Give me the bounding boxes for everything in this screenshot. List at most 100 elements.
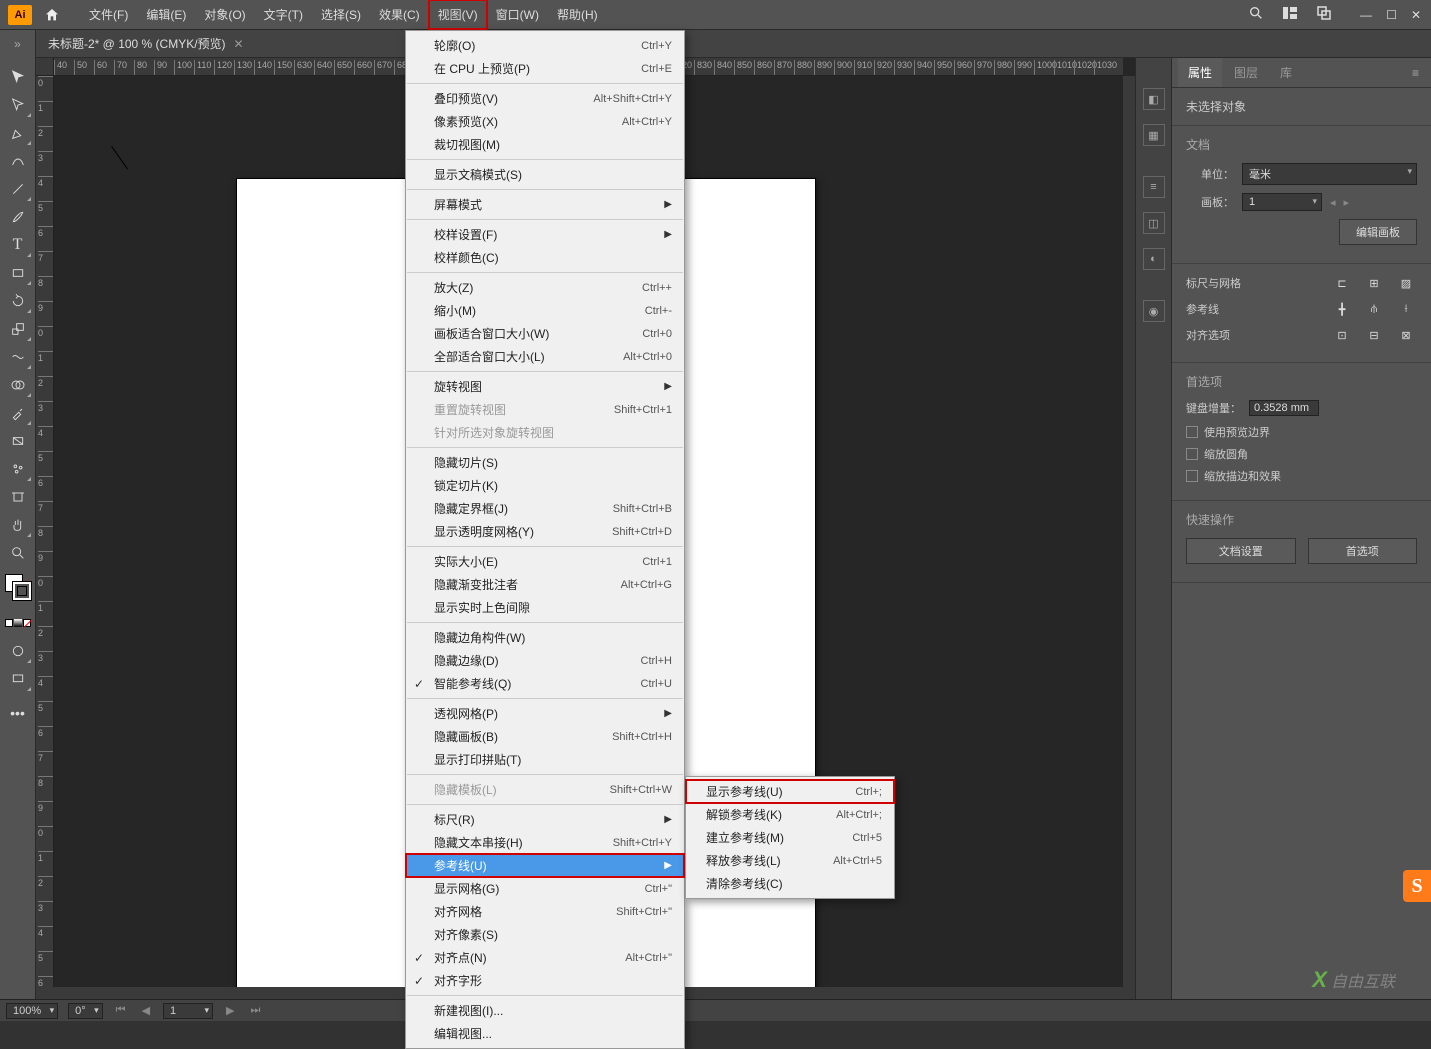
panel-menu-icon[interactable]: ≡ bbox=[1406, 66, 1425, 80]
artboard-select[interactable]: 1 bbox=[1242, 193, 1322, 211]
width-tool[interactable] bbox=[4, 344, 32, 370]
drawn-path[interactable] bbox=[112, 146, 136, 170]
dock-color-icon[interactable]: ◧ bbox=[1143, 88, 1165, 110]
ruler-icon[interactable]: ⊏ bbox=[1331, 274, 1353, 292]
snap-glyph-icon[interactable]: ⊠ bbox=[1395, 326, 1417, 344]
color-mode-row[interactable] bbox=[4, 610, 32, 636]
artboard-nav-select[interactable]: 1 bbox=[163, 1003, 213, 1019]
menu-entry[interactable]: 轮廓(O)Ctrl+Y bbox=[406, 34, 684, 57]
menu-item[interactable]: 文字(T) bbox=[255, 0, 312, 29]
prefs-button[interactable]: 首选项 bbox=[1308, 538, 1418, 564]
scale-tool[interactable] bbox=[4, 316, 32, 342]
hand-tool[interactable] bbox=[4, 512, 32, 538]
menu-entry[interactable]: 新建视图(I)... bbox=[406, 999, 684, 1022]
scrollbar-vertical[interactable] bbox=[1123, 76, 1135, 987]
pen-tool[interactable] bbox=[4, 120, 32, 146]
zoom-select[interactable]: 100% bbox=[6, 1003, 58, 1019]
menu-entry[interactable]: 锁定切片(K) bbox=[406, 474, 684, 497]
guides-show-icon[interactable]: ╋ bbox=[1331, 300, 1353, 318]
workspace-icon[interactable] bbox=[1316, 5, 1332, 24]
menu-entry[interactable]: 智能参考线(Q)Ctrl+U bbox=[406, 672, 684, 695]
menu-entry[interactable]: 全部适合窗口大小(L)Alt+Ctrl+0 bbox=[406, 345, 684, 368]
dock-swatches-icon[interactable]: ▦ bbox=[1143, 124, 1165, 146]
nav-next-icon[interactable]: ▶ bbox=[223, 1004, 237, 1017]
menu-item[interactable]: 对象(O) bbox=[195, 0, 254, 29]
panel-toggle-icon[interactable]: » bbox=[14, 37, 21, 51]
gradient-tool[interactable] bbox=[4, 428, 32, 454]
zoom-tool[interactable] bbox=[4, 540, 32, 566]
eyedropper-tool[interactable] bbox=[4, 400, 32, 426]
menu-entry[interactable]: 隐藏画板(B)Shift+Ctrl+H bbox=[406, 725, 684, 748]
edit-artboard-button[interactable]: 编辑画板 bbox=[1339, 219, 1417, 245]
menu-entry[interactable]: 对齐网格Shift+Ctrl+" bbox=[406, 900, 684, 923]
menu-entry[interactable]: 实际大小(E)Ctrl+1 bbox=[406, 550, 684, 573]
menu-entry[interactable]: 隐藏边缘(D)Ctrl+H bbox=[406, 649, 684, 672]
line-tool[interactable] bbox=[4, 176, 32, 202]
home-icon[interactable] bbox=[40, 3, 64, 27]
menu-entry[interactable]: 显示网格(G)Ctrl+" bbox=[406, 877, 684, 900]
menu-entry[interactable]: 隐藏渐变批注者Alt+Ctrl+G bbox=[406, 573, 684, 596]
menu-entry[interactable]: 参考线(U)▶ bbox=[406, 854, 684, 877]
menu-entry[interactable]: 对齐字形 bbox=[406, 969, 684, 992]
menu-entry[interactable]: 显示透明度网格(Y)Shift+Ctrl+D bbox=[406, 520, 684, 543]
snap-point-icon[interactable]: ⊟ bbox=[1363, 326, 1385, 344]
menu-entry[interactable]: 放大(Z)Ctrl++ bbox=[406, 276, 684, 299]
menu-entry[interactable]: 对齐像素(S) bbox=[406, 923, 684, 946]
menu-entry[interactable]: 显示文稿模式(S) bbox=[406, 163, 684, 186]
menu-entry[interactable]: 显示打印拼贴(T) bbox=[406, 748, 684, 771]
close-icon[interactable]: ✕ bbox=[1411, 8, 1421, 22]
menu-entry[interactable]: 像素预览(X)Alt+Ctrl+Y bbox=[406, 110, 684, 133]
menu-entry[interactable]: 校样设置(F)▶ bbox=[406, 223, 684, 246]
menu-entry[interactable]: 隐藏边角构件(W) bbox=[406, 626, 684, 649]
menu-entry[interactable]: 缩小(M)Ctrl+- bbox=[406, 299, 684, 322]
menu-item[interactable]: 文件(F) bbox=[80, 0, 137, 29]
direct-selection-tool[interactable] bbox=[4, 92, 32, 118]
menu-entry[interactable]: 在 CPU 上预览(P)Ctrl+E bbox=[406, 57, 684, 80]
menu-entry[interactable]: 对齐点(N)Alt+Ctrl+" bbox=[406, 946, 684, 969]
menu-entry[interactable]: 屏幕模式▶ bbox=[406, 193, 684, 216]
menu-entry[interactable]: 隐藏文本串接(H)Shift+Ctrl+Y bbox=[406, 831, 684, 854]
artboard-tool[interactable] bbox=[4, 484, 32, 510]
submenu-entry[interactable]: 显示参考线(U)Ctrl+; bbox=[686, 780, 894, 803]
arrange-docs-icon[interactable] bbox=[1282, 5, 1298, 24]
transparency-grid-icon[interactable]: ▨ bbox=[1395, 274, 1417, 292]
checkbox-preview-bounds[interactable]: 使用预览边界 bbox=[1186, 424, 1417, 440]
fill-stroke-swatch[interactable] bbox=[5, 574, 31, 600]
doc-setup-button[interactable]: 文档设置 bbox=[1186, 538, 1296, 564]
symbol-sprayer-tool[interactable] bbox=[4, 456, 32, 482]
menu-entry[interactable]: 编辑视图... bbox=[406, 1022, 684, 1045]
edit-toolbar-icon[interactable]: ••• bbox=[4, 700, 32, 726]
submenu-entry[interactable]: 建立参考线(M)Ctrl+5 bbox=[686, 826, 894, 849]
menu-entry[interactable]: 透视网格(P)▶ bbox=[406, 702, 684, 725]
dock-stroke-icon[interactable]: ≡ bbox=[1143, 176, 1165, 198]
sogou-ime-icon[interactable]: S bbox=[1403, 870, 1431, 902]
checkbox-scale-corners[interactable]: 缩放圆角 bbox=[1186, 446, 1417, 462]
rectangle-tool[interactable] bbox=[4, 260, 32, 286]
draw-mode-icon[interactable] bbox=[4, 638, 32, 664]
brush-tool[interactable] bbox=[4, 204, 32, 230]
ruler-origin[interactable] bbox=[36, 58, 54, 76]
menu-entry[interactable]: 标尺(R)▶ bbox=[406, 808, 684, 831]
artboard-next-icon[interactable]: ▸ bbox=[1344, 196, 1350, 209]
shape-builder-tool[interactable] bbox=[4, 372, 32, 398]
menu-entry[interactable]: 裁切视图(M) bbox=[406, 133, 684, 156]
dock-gradient-icon[interactable]: ◫ bbox=[1143, 212, 1165, 234]
nav-prev-icon[interactable]: ◀ bbox=[139, 1004, 153, 1017]
submenu-entry[interactable]: 清除参考线(C) bbox=[686, 872, 894, 895]
tab-layers[interactable]: 图层 bbox=[1224, 58, 1268, 87]
selection-tool[interactable] bbox=[4, 64, 32, 90]
screen-mode-icon[interactable] bbox=[4, 666, 32, 692]
menu-entry[interactable]: 校样颜色(C) bbox=[406, 246, 684, 269]
grid-icon[interactable]: ⊞ bbox=[1363, 274, 1385, 292]
tab-close-icon[interactable]: ✕ bbox=[234, 37, 244, 51]
key-increment-field[interactable] bbox=[1249, 400, 1319, 416]
menu-item[interactable]: 视图(V) bbox=[429, 0, 487, 29]
menu-entry[interactable]: 隐藏定界框(J)Shift+Ctrl+B bbox=[406, 497, 684, 520]
menu-entry[interactable]: 画板适合窗口大小(W)Ctrl+0 bbox=[406, 322, 684, 345]
curvature-tool[interactable] bbox=[4, 148, 32, 174]
guides-lock-icon[interactable]: ⫛ bbox=[1363, 300, 1385, 318]
dock-transparency-icon[interactable]: ◐ bbox=[1143, 248, 1165, 270]
nav-first-icon[interactable]: ⏮ bbox=[113, 1004, 129, 1017]
nav-last-icon[interactable]: ⏭ bbox=[248, 1004, 264, 1017]
rotate-select[interactable]: 0° bbox=[68, 1003, 103, 1019]
